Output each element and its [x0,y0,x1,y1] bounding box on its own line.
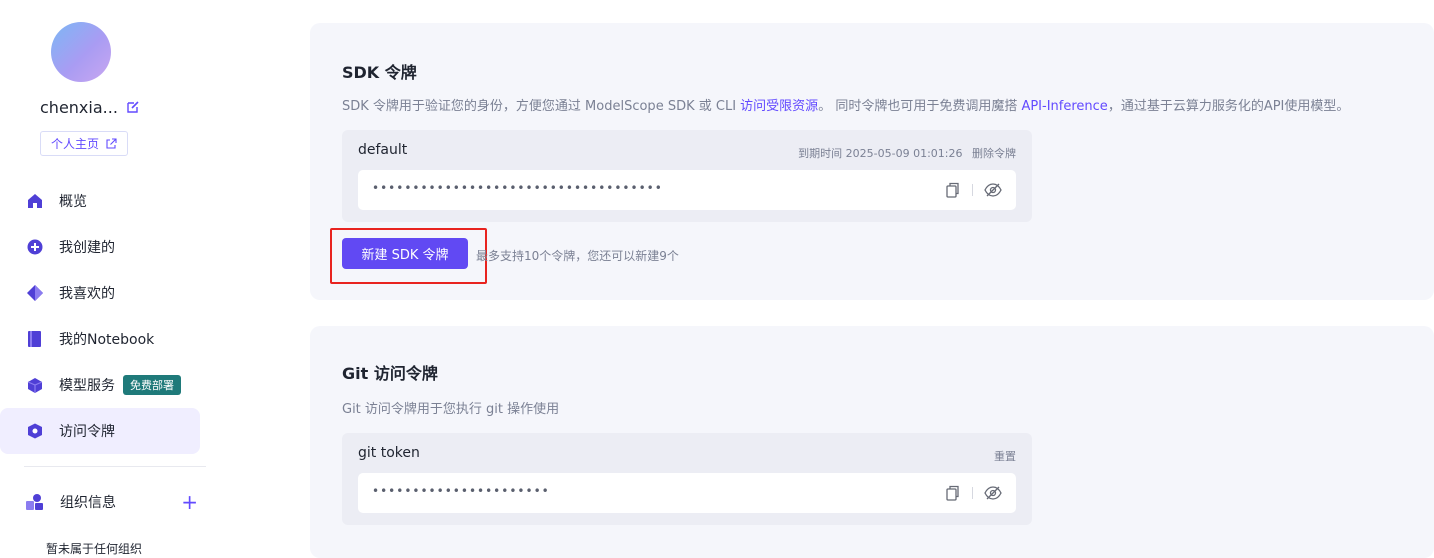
sdk-token-item: default 到期时间 2025-05-09 01:01:26 删除令牌 ••… [342,130,1032,222]
sidebar-item-label: 概览 [59,194,87,210]
sidebar-item-created[interactable]: 我创建的 [0,224,225,270]
sidebar: chenxia... 个人主页 概览 我创建的 我喜欢的 我的Notebook … [0,0,225,558]
edit-icon[interactable] [126,100,140,114]
highlight-box [330,228,487,284]
free-deploy-badge: 免费部署 [123,375,181,395]
sdk-token-field[interactable]: •••••••••••••••••••••••••••••••••••• [358,170,1016,210]
git-token-title: Git 访问令牌 [342,364,438,383]
notebook-icon [26,330,44,348]
delete-token-button[interactable]: 删除令牌 [972,147,1016,160]
reset-token-button[interactable]: 重置 [994,450,1016,463]
token-name: default [358,142,408,158]
eye-off-icon[interactable] [984,181,1002,199]
token-masked-value: •••••••••••••••••••••• [372,484,550,498]
sidebar-item-label: 访问令牌 [59,424,115,440]
diamond-icon [26,284,44,302]
sidebar-item-label: 我的Notebook [59,332,155,348]
org-info-header: 组织信息 + [26,488,206,516]
sidebar-item-liked[interactable]: 我喜欢的 [0,270,225,316]
copy-icon[interactable] [944,182,960,198]
token-name: git token [358,445,420,461]
shield-icon [26,422,44,440]
token-masked-value: •••••••••••••••••••••••••••••••••••• [372,181,663,195]
org-empty-text: 暂未属于任何组织 [46,542,143,556]
org-info-label: 组织信息 [60,495,116,511]
add-org-button[interactable]: + [181,492,198,512]
sidebar-item-model-service[interactable]: 模型服务 免费部署 [0,362,225,408]
sidebar-item-notebook[interactable]: 我的Notebook [0,316,225,362]
plus-circle-icon [26,238,44,256]
sidebar-nav: 概览 我创建的 我喜欢的 我的Notebook 模型服务 免费部署 访问令牌 [0,178,225,454]
sidebar-item-label: 我喜欢的 [59,286,115,302]
token-limit-text: 最多支持10个令牌，您还可以新建9个 [476,249,679,263]
sidebar-item-label: 模型服务 [59,378,115,394]
sdk-token-title: SDK 令牌 [342,63,417,82]
profile-button-label: 个人主页 [50,137,99,151]
token-expire-time: 到期时间 2025-05-09 01:01:26 [798,147,963,160]
sidebar-item-access-token[interactable]: 访问令牌 [0,408,200,454]
avatar[interactable] [51,22,111,82]
restricted-resources-link[interactable]: 访问受限资源 [740,99,818,114]
desc-text: ，通过基于云算力服务化的API使用模型。 [1107,99,1350,114]
sidebar-divider [24,466,206,467]
git-token-description: Git 访问令牌用于您执行 git 操作使用 [342,402,560,417]
copy-icon[interactable] [944,485,960,501]
api-inference-link[interactable]: API-Inference [1021,99,1107,114]
separator [972,487,973,499]
git-token-item: git token 重置 •••••••••••••••••••••• [342,433,1032,525]
token-meta: 到期时间 2025-05-09 01:01:26 删除令牌 [792,145,1016,161]
git-token-card: Git 访问令牌 Git 访问令牌用于您执行 git 操作使用 git toke… [310,326,1434,558]
eye-off-icon[interactable] [984,484,1002,502]
sidebar-item-overview[interactable]: 概览 [0,178,225,224]
separator [972,184,973,196]
sdk-token-card: SDK 令牌 SDK 令牌用于验证您的身份，方便您通过 ModelScope S… [310,23,1434,300]
home-icon [26,192,44,210]
external-link-icon [106,137,117,149]
git-token-field[interactable]: •••••••••••••••••••••• [358,473,1016,513]
desc-text: SDK 令牌用于验证您的身份，方便您通过 ModelScope SDK 或 CL… [342,99,741,114]
cube-icon [26,376,44,394]
organization-icon [26,493,44,511]
username: chenxia... [40,98,118,117]
sdk-token-description: SDK 令牌用于验证您的身份，方便您通过 ModelScope SDK 或 CL… [342,95,1349,114]
token-meta: 重置 [988,448,1016,464]
sidebar-item-label: 我创建的 [59,240,115,256]
desc-text: 。 同时令牌也可用于免费调用魔搭 [818,99,1022,114]
profile-button[interactable]: 个人主页 [40,131,128,156]
